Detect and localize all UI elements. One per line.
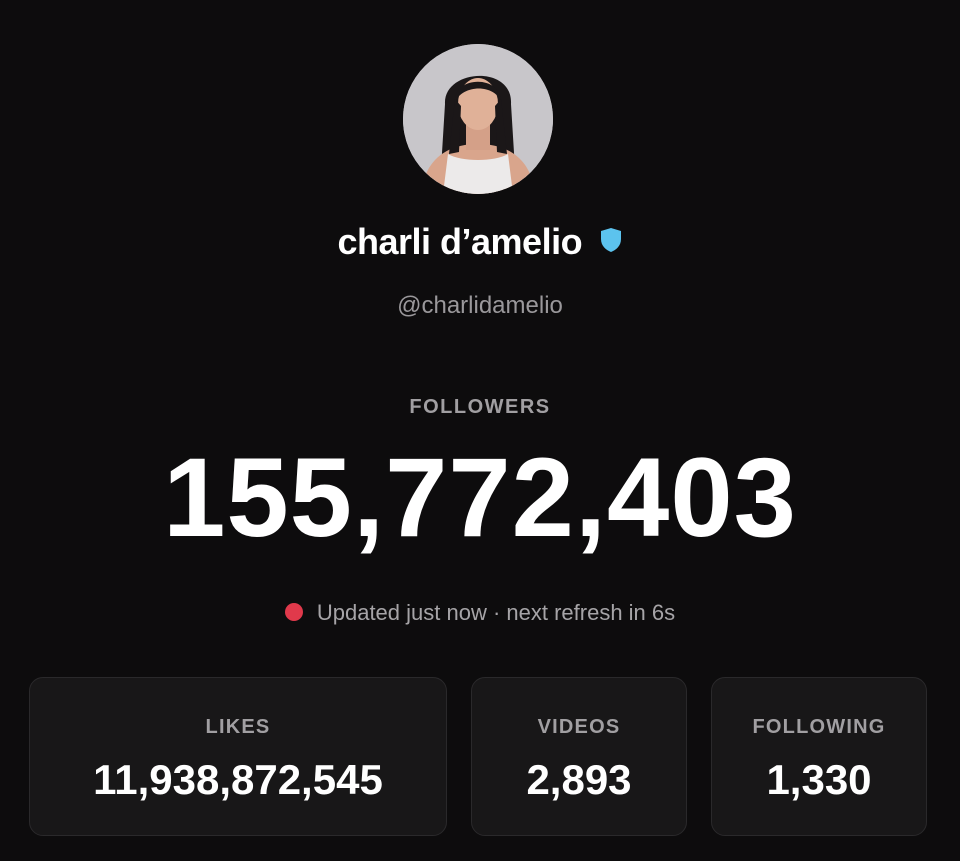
- stat-label-following: FOLLOWING: [752, 716, 886, 738]
- stat-card-likes: LIKES 11,938,872,545: [29, 677, 447, 836]
- avatar: [403, 44, 553, 194]
- display-name: charli d’amelio: [337, 221, 583, 262]
- stat-value-following: 1,330: [766, 756, 872, 803]
- stat-label-videos: VIDEOS: [537, 716, 621, 738]
- stat-value-likes: 11,938,872,545: [93, 756, 383, 803]
- stat-label-likes: LIKES: [205, 716, 271, 738]
- stat-card-following: FOLLOWING 1,330: [711, 677, 927, 836]
- verified-shield-icon: [599, 226, 623, 254]
- profile-handle: @charlidamelio: [397, 292, 563, 319]
- profile-name-row: charli d’amelio: [0, 220, 960, 264]
- profile-counter-page: charli d’amelio @charlidamelio FOLLOWERS…: [0, 0, 960, 861]
- live-status-dot: [284, 603, 303, 622]
- followers-label: FOLLOWERS: [409, 396, 551, 418]
- refresh-status: Updated just now · next refresh in 6s: [0, 598, 960, 628]
- followers-count: 155,772,403: [163, 435, 797, 560]
- avatar-portrait: [403, 44, 553, 194]
- refresh-status-text: Updated just now · next refresh in 6s: [316, 600, 676, 625]
- stat-card-videos: VIDEOS 2,893: [471, 677, 687, 836]
- stat-value-videos: 2,893: [526, 756, 632, 803]
